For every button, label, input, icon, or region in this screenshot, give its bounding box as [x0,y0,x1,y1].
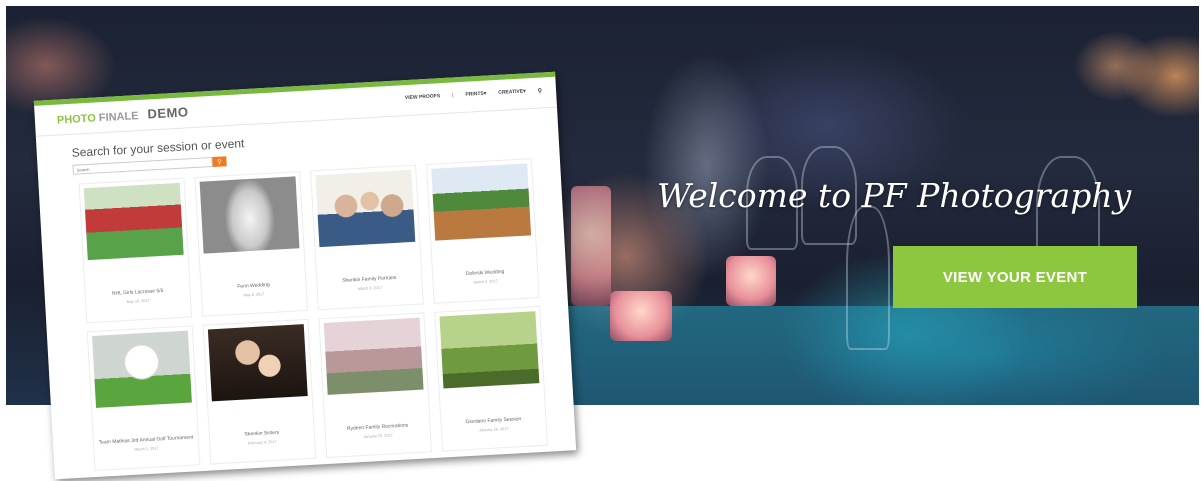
search-input[interactable] [72,156,213,175]
gallery-card[interactable]: Shenkin Family Portraits March 3, 2017 [310,164,424,311]
gallery-thumbnail[interactable] [83,182,184,261]
gallery-thumbnail[interactable] [431,163,532,241]
gallery-thumbnail[interactable] [199,176,300,254]
nav-separator: | [451,92,454,99]
gallery-date: May 10, 2017 [126,298,150,304]
gallery-card[interactable]: Dolinski Wedding March 2, 2017 [425,158,540,304]
website-screenshot: PHOTO FINALE DEMO VIEW PROOFS | PRINTS▾ … [33,71,577,480]
search-button[interactable]: ⚲ [212,156,227,167]
nav-view-proofs[interactable]: VIEW PROOFS [405,93,441,102]
gallery-thumbnail[interactable] [92,330,192,408]
logo-finale: FINALE [98,110,139,125]
gallery-date: March 3, 2017 [357,285,383,292]
gallery-date: May 8, 2017 [243,292,265,298]
gallery-date: January 20, 2017 [479,426,509,433]
search-icon[interactable]: ⚲ [537,87,543,94]
nav-links: VIEW PROOFS | PRINTS▾ CREATIVE▾ ⚲ [405,87,543,102]
gallery-card[interactable]: Giordano Family Session January 20, 2017 [434,305,548,452]
view-event-button[interactable]: VIEW YOUR EVENT [893,246,1137,308]
gallery-card[interactable]: NHL Girls Lacrosse 5/6 May 10, 2017 [78,177,193,324]
gallery-date: February 4, 2017 [247,439,277,446]
gallery-card[interactable]: Shenkin Sisters February 4, 2017 [202,318,317,465]
logo-photo: PHOTO [56,112,97,127]
gallery-thumbnail[interactable] [323,317,424,395]
site-logo[interactable]: PHOTO FINALE DEMO [56,104,189,127]
candle-decoration [726,256,776,306]
logo-demo: DEMO [147,104,189,122]
gallery-date: January 22, 2017 [363,433,393,439]
glass-decoration [846,206,890,350]
search-bar: ⚲ [72,156,227,175]
nav-prints[interactable]: PRINTS▾ [465,91,486,99]
gallery-thumbnail[interactable] [439,311,540,389]
gallery-thumbnail[interactable] [315,169,416,248]
lantern-decoration [571,186,611,306]
gallery-date: March 2, 2017 [473,279,498,285]
hero-title: Welcome to PF Photography [657,176,1132,215]
gallery-card[interactable]: Team Mathias 3rd Annual Golf Tournament … [86,325,201,472]
gallery-date: March 1, 2017 [134,446,159,452]
gallery-grid: NHL Girls Lacrosse 5/6 May 10, 2017 Fenn… [78,158,548,472]
gallery-thumbnail[interactable] [207,324,308,402]
gallery-card[interactable]: Rydeen Family Recreations January 22, 20… [318,312,433,459]
candle-decoration [610,291,672,341]
nav-creative[interactable]: CREATIVE▾ [498,88,526,97]
gallery-card[interactable]: Fenn Wedding May 8, 2017 [194,171,308,317]
search-icon: ⚲ [217,158,222,166]
